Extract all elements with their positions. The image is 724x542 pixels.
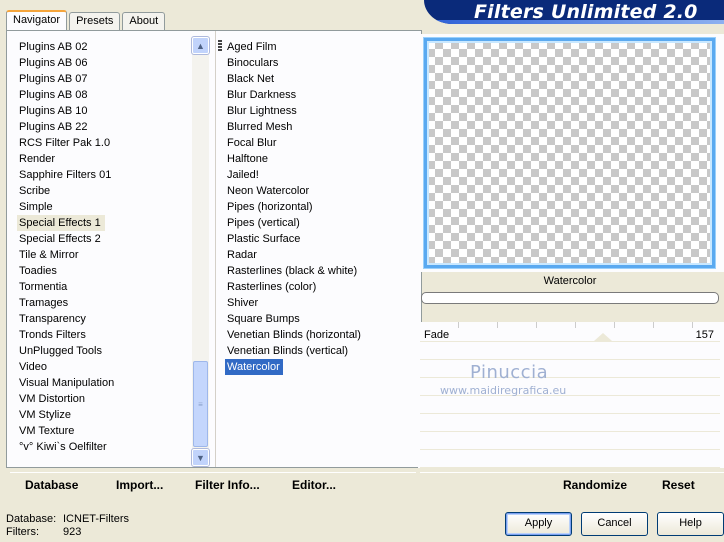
scroll-down-button[interactable]: ▼ <box>191 448 210 467</box>
filter-item[interactable]: Plastic Surface <box>225 231 415 247</box>
category-item[interactable]: Plugins AB 22 <box>17 119 197 135</box>
preview-filter-name: Watercolor <box>543 275 597 287</box>
category-item[interactable]: Special Effects 1 <box>17 215 105 231</box>
parameter-row-empty <box>420 433 720 450</box>
category-item[interactable]: Plugins AB 07 <box>17 71 197 87</box>
category-item[interactable]: Plugins AB 10 <box>17 103 197 119</box>
filters-label: Filters: <box>6 526 39 538</box>
tab-about[interactable]: About <box>122 12 166 30</box>
category-scrollbar[interactable]: ▲ ≡ ▼ <box>191 36 210 467</box>
filter-item[interactable]: Pipes (horizontal) <box>225 199 415 215</box>
filter-item[interactable]: Aged Film <box>225 39 415 55</box>
category-item[interactable]: VM Stylize <box>17 407 197 423</box>
filter-item[interactable]: Black Net <box>225 71 415 87</box>
title-banner: Filters Unlimited 2.0 <box>424 0 724 24</box>
category-item[interactable]: Transparency <box>17 311 197 327</box>
status-area: Database: ICNET-Filters Filters: 923 <box>6 513 129 539</box>
filter-item[interactable]: Blur Lightness <box>225 103 415 119</box>
scroll-thumb[interactable]: ≡ <box>193 361 208 447</box>
category-item[interactable]: Tormentia <box>17 279 197 295</box>
app-title: Filters Unlimited 2.0 <box>474 1 698 23</box>
category-item[interactable]: Visual Manipulation <box>17 375 197 391</box>
filters-count: 923 <box>63 526 82 538</box>
category-item[interactable]: Plugins AB 06 <box>17 55 197 71</box>
category-item[interactable]: Plugins AB 02 <box>17 39 197 55</box>
filter-info-button[interactable]: Filter Info... <box>195 478 260 492</box>
category-item[interactable]: Plugins AB 08 <box>17 87 197 103</box>
category-item[interactable]: Render <box>17 151 197 167</box>
category-item[interactable]: Tile & Mirror <box>17 247 197 263</box>
list-divider <box>215 31 216 467</box>
category-item[interactable]: Tronds Filters <box>17 327 197 343</box>
preview-image[interactable] <box>424 38 715 268</box>
tab-presets[interactable]: Presets <box>69 12 121 30</box>
category-item[interactable]: RCS Filter Pak 1.0 <box>17 135 197 151</box>
category-item[interactable]: VM Distortion <box>17 391 197 407</box>
progress-bar <box>421 292 719 304</box>
filter-item[interactable]: Shiver <box>225 295 415 311</box>
randomize-button[interactable]: Randomize <box>563 478 627 492</box>
parameter-row-empty <box>420 361 720 378</box>
filter-list[interactable]: Aged Film Binoculars Black Net Blur Darknes… <box>225 39 415 375</box>
category-item[interactable]: Video <box>17 359 197 375</box>
category-item[interactable]: Scribe <box>17 183 197 199</box>
watermark-name: Pinuccia <box>470 362 549 383</box>
list-marker-icon <box>218 40 222 52</box>
category-item[interactable]: Toadies <box>17 263 197 279</box>
filter-item[interactable]: Pipes (vertical) <box>225 215 415 231</box>
parameter-value: 157 <box>695 329 714 341</box>
help-button[interactable]: Help <box>657 512 724 536</box>
filter-item[interactable]: Venetian Blinds (horizontal) <box>225 327 415 343</box>
filter-item[interactable]: Rasterlines (black & white) <box>225 263 415 279</box>
filter-item[interactable]: Binoculars <box>225 55 415 71</box>
filter-item[interactable]: Halftone <box>225 151 415 167</box>
reset-button[interactable]: Reset <box>662 478 695 492</box>
parameter-row-empty <box>420 397 720 414</box>
filter-item[interactable]: Radar <box>225 247 415 263</box>
parameter-row-empty <box>420 343 720 360</box>
filter-item[interactable]: Blurred Mesh <box>225 119 415 135</box>
import-button[interactable]: Import... <box>116 478 163 492</box>
parameter-row-empty <box>420 415 720 432</box>
filter-item[interactable]: Square Bumps <box>225 311 415 327</box>
editor-button[interactable]: Editor... <box>292 478 336 492</box>
cancel-button[interactable]: Cancel <box>581 512 648 536</box>
scroll-up-button[interactable]: ▲ <box>191 36 210 55</box>
parameter-row-empty <box>420 451 720 468</box>
filter-item[interactable]: Blur Darkness <box>225 87 415 103</box>
database-button[interactable]: Database <box>25 478 78 492</box>
filter-item[interactable]: Rasterlines (color) <box>225 279 415 295</box>
parameter-label: Fade <box>424 329 450 341</box>
category-list[interactable]: Plugins AB 02 Plugins AB 06 Plugins AB 07 P… <box>17 39 197 455</box>
database-value: ICNET-Filters <box>63 513 129 525</box>
navigator-panel: Plugins AB 02 Plugins AB 06 Plugins AB 07 P… <box>6 30 422 468</box>
category-item[interactable]: Sapphire Filters 01 <box>17 167 197 183</box>
filter-item[interactable]: Venetian Blinds (vertical) <box>225 343 415 359</box>
apply-button[interactable]: Apply <box>505 512 572 536</box>
tab-bar: Navigator Presets About <box>6 10 167 30</box>
watermark-url: www.maidiregrafica.eu <box>440 384 567 397</box>
category-item[interactable]: °v° Kiwi`s Oelfilter <box>17 439 197 455</box>
category-item[interactable]: Simple <box>17 199 197 215</box>
navigator-button-row: Database Import... Filter Info... Editor… <box>10 472 416 498</box>
database-label: Database: <box>6 513 57 525</box>
category-item[interactable]: Special Effects 2 <box>17 231 197 247</box>
category-item[interactable]: UnPlugged Tools <box>17 343 197 359</box>
parameter-row-fade[interactable]: Fade 157 <box>420 325 720 342</box>
category-item[interactable]: VM Texture <box>17 423 197 439</box>
category-item[interactable]: Tramages <box>17 295 197 311</box>
filter-item[interactable]: Neon Watercolor <box>225 183 415 199</box>
tab-navigator[interactable]: Navigator <box>6 10 68 30</box>
filter-item[interactable]: Watercolor <box>225 359 283 375</box>
parameter-button-row: Randomize Reset <box>420 472 724 498</box>
filter-item[interactable]: Jailed! <box>225 167 415 183</box>
filter-item[interactable]: Focal Blur <box>225 135 415 151</box>
